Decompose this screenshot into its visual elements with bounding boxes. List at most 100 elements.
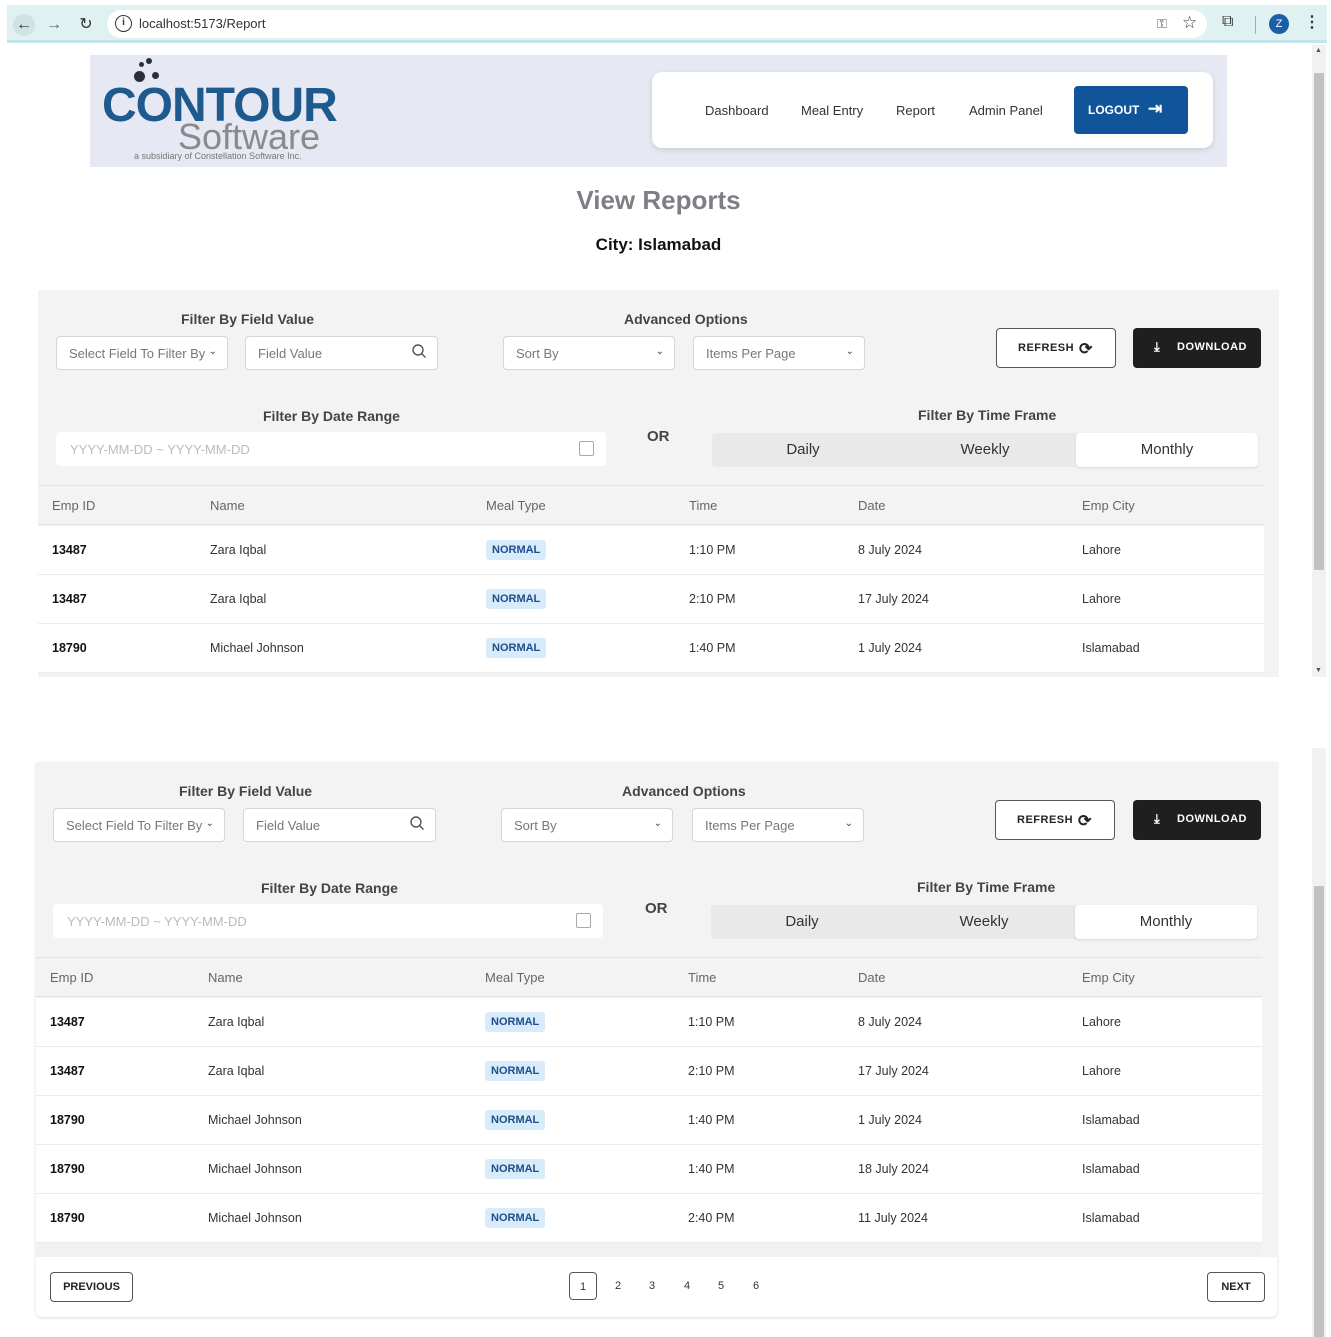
items-per-page-placeholder: Items Per Page [705,818,795,833]
browser-toolbar: ← → ↻ i localhost:5173/Report ⚿ ☆ ⧉ Z ⋮ [7,5,1327,43]
sort-by-dropdown[interactable]: Sort By ⌄ [501,808,673,842]
nav-report[interactable]: Report [896,103,935,118]
time-frame-toggle: Daily Weekly Monthly [711,905,1257,939]
table-row[interactable]: 18790 Michael Johnson NORMAL 1:40 PM 18 … [36,1145,1262,1194]
cell-emp-id: 13487 [50,1064,85,1078]
nav-admin-panel[interactable]: Admin Panel [969,103,1043,118]
page-number[interactable]: 6 [742,1272,770,1300]
previous-button[interactable]: PREVIOUS [50,1272,133,1302]
field-select-dropdown[interactable]: Select Field To Filter By ⌄ [56,336,228,370]
next-button[interactable]: NEXT [1207,1272,1265,1302]
cell-emp-id: 18790 [52,641,87,655]
col-date[interactable]: Date [858,970,885,985]
download-button[interactable]: ⤓ DOWNLOAD [1133,328,1261,368]
col-time[interactable]: Time [688,970,716,985]
date-range-input[interactable]: YYYY-MM-DD ~ YYYY-MM-DD [53,904,603,938]
table-row[interactable]: 13487 Zara Iqbal NORMAL 1:10 PM 8 July 2… [38,526,1264,575]
cell-name: Zara Iqbal [210,592,267,606]
scroll-down-arrow-icon[interactable]: ▼ [1315,667,1322,674]
page-number[interactable]: 3 [638,1272,666,1300]
field-select-dropdown[interactable]: Select Field To Filter By ⌄ [53,808,225,842]
meal-type-badge: NORMAL [485,1208,546,1228]
address-bar[interactable]: i localhost:5173/Report ⚿ ☆ [107,10,1207,38]
site-info-icon[interactable]: i [115,15,132,32]
cell-city: Islamabad [1082,1211,1140,1225]
col-meal-type[interactable]: Meal Type [485,970,545,985]
refresh-button[interactable]: REFRESH ⟳ [995,800,1115,840]
search-icon[interactable] [409,815,425,831]
time-frame-weekly[interactable]: Weekly [894,433,1076,467]
col-emp-id[interactable]: Emp ID [50,970,93,985]
nav-dashboard[interactable]: Dashboard [705,103,769,118]
calendar-icon[interactable] [579,441,594,456]
page-number[interactable]: 1 [569,1272,597,1300]
scrollbar-thumb[interactable] [1314,886,1324,1337]
cell-date: 17 July 2024 [858,592,929,606]
cell-city: Lahore [1082,543,1121,557]
col-emp-city[interactable]: Emp City [1082,970,1135,985]
col-emp-city[interactable]: Emp City [1082,498,1135,513]
time-frame-weekly[interactable]: Weekly [893,905,1075,939]
table-row[interactable]: 18790 Michael Johnson NORMAL 1:40 PM 1 J… [38,624,1264,673]
col-time[interactable]: Time [689,498,717,513]
back-arrow-icon[interactable]: ← [13,14,35,36]
cell-time: 1:40 PM [688,1162,735,1176]
page-scrollbar-bottom[interactable] [1312,748,1326,1337]
profile-avatar[interactable]: Z [1269,14,1289,34]
table-row[interactable]: 13487 Zara Iqbal NORMAL 2:10 PM 17 July … [38,575,1264,624]
cell-name: Zara Iqbal [208,1015,265,1029]
cell-date: 18 July 2024 [858,1162,929,1176]
scrollbar-thumb[interactable] [1314,73,1324,570]
col-date[interactable]: Date [858,498,885,513]
or-separator: OR [647,428,670,445]
time-frame-monthly[interactable]: Monthly [1076,433,1258,467]
url-text[interactable]: localhost:5173/Report [139,16,265,31]
items-per-page-dropdown[interactable]: Items Per Page ⌄ [693,336,865,370]
field-select-placeholder: Select Field To Filter By [66,818,203,833]
cell-date: 8 July 2024 [858,1015,922,1029]
col-meal-type[interactable]: Meal Type [486,498,546,513]
reload-icon[interactable]: ↻ [75,14,97,36]
refresh-label: REFRESH [1018,342,1075,354]
password-key-icon[interactable]: ⚿ [1157,16,1167,32]
cell-time: 2:10 PM [689,592,736,606]
field-value-placeholder: Field Value [258,346,323,361]
date-range-input[interactable]: YYYY-MM-DD ~ YYYY-MM-DD [56,432,606,466]
items-per-page-dropdown[interactable]: Items Per Page ⌄ [692,808,864,842]
page-number[interactable]: 5 [707,1272,735,1300]
search-icon[interactable] [411,343,427,359]
cell-date: 11 July 2024 [858,1211,928,1225]
browser-menu-icon[interactable]: ⋮ [1304,12,1320,32]
table-row[interactable]: 13487 Zara Iqbal NORMAL 2:10 PM 17 July … [36,1047,1262,1096]
download-button[interactable]: ⤓ DOWNLOAD [1133,800,1261,840]
field-value-input[interactable]: Field Value [245,336,438,370]
table-horizontal-scrollbar[interactable] [36,1243,1262,1257]
forward-arrow-icon[interactable]: → [43,14,65,36]
time-frame-daily[interactable]: Daily [712,433,894,467]
table-row[interactable]: 13487 Zara Iqbal NORMAL 1:10 PM 8 July 2… [36,998,1262,1047]
time-frame-monthly[interactable]: Monthly [1075,905,1257,939]
cell-emp-id: 18790 [50,1113,85,1127]
page-number[interactable]: 2 [604,1272,632,1300]
chevron-down-icon: ⌄ [208,346,217,357]
time-frame-daily[interactable]: Daily [711,905,893,939]
scroll-up-arrow-icon[interactable]: ▲ [1315,47,1322,54]
col-name[interactable]: Name [210,498,245,513]
calendar-icon[interactable] [576,913,591,928]
refresh-button[interactable]: REFRESH ⟳ [996,328,1116,368]
field-value-input[interactable]: Field Value [243,808,436,842]
logout-button[interactable]: LOGOUT ⇥ [1074,86,1188,134]
col-name[interactable]: Name [208,970,243,985]
pagination: PREVIOUS 1 2 3 4 5 6 NEXT [36,1257,1277,1317]
nav-meal-entry[interactable]: Meal Entry [801,103,863,118]
table-row[interactable]: 18790 Michael Johnson NORMAL 2:40 PM 11 … [36,1194,1262,1243]
page-number[interactable]: 4 [673,1272,701,1300]
cell-name: Zara Iqbal [208,1064,265,1078]
bookmark-star-icon[interactable]: ☆ [1182,13,1197,33]
col-emp-id[interactable]: Emp ID [52,498,95,513]
table-row[interactable]: 18790 Michael Johnson NORMAL 1:40 PM 1 J… [36,1096,1262,1145]
sort-by-dropdown[interactable]: Sort By ⌄ [503,336,675,370]
extensions-puzzle-icon[interactable]: ⧉ [1222,13,1233,31]
page-scrollbar-top[interactable]: ▲ ▼ [1312,45,1326,677]
table-header: Emp ID Name Meal Type Time Date Emp City [36,957,1262,997]
